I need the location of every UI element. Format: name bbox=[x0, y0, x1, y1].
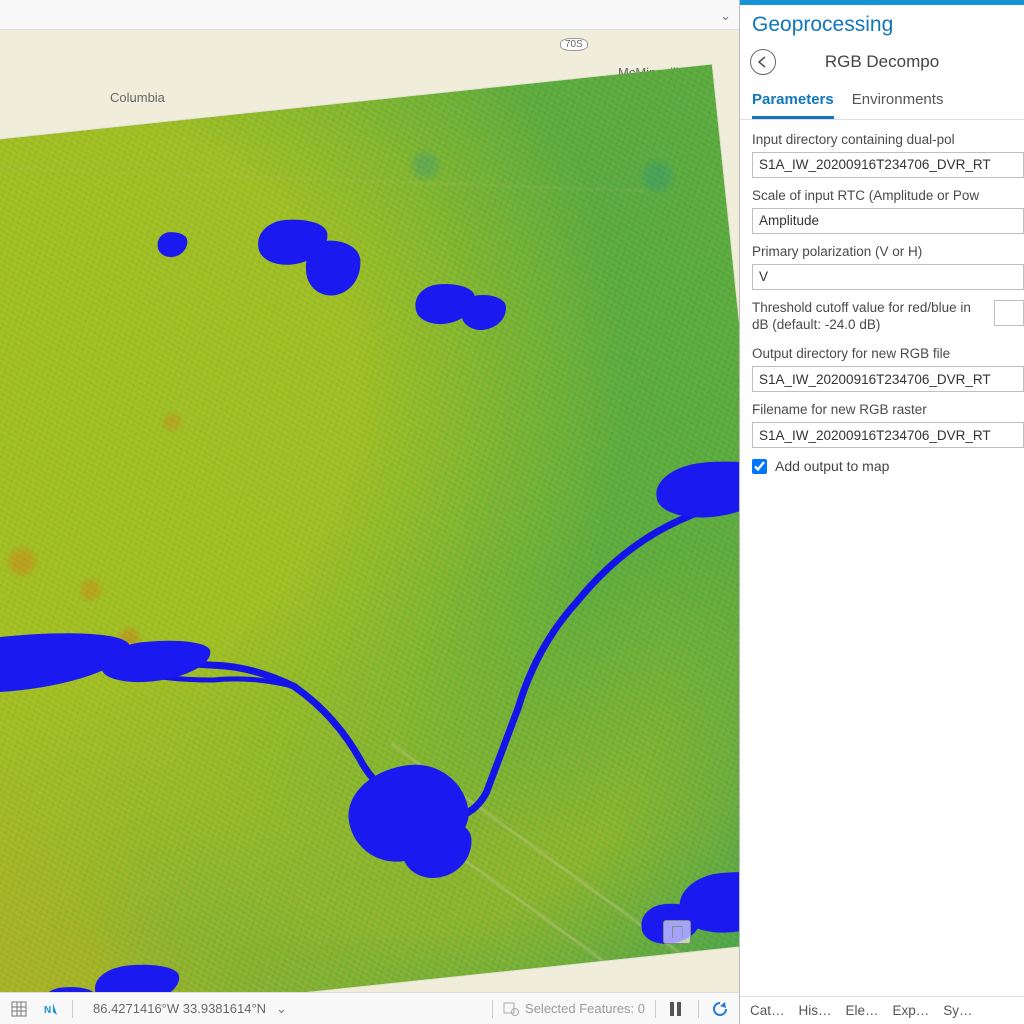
city-label-columbia: Columbia bbox=[110, 90, 165, 105]
chevron-down-icon[interactable]: ⌄ bbox=[276, 1001, 287, 1017]
param-label-filename: Filename for new RGB raster bbox=[752, 402, 1024, 419]
tab-parameters[interactable]: Parameters bbox=[752, 85, 834, 119]
table-icon[interactable] bbox=[8, 998, 30, 1020]
svg-text:N: N bbox=[44, 1005, 51, 1016]
tab-symbology[interactable]: Sy… bbox=[943, 1003, 972, 1018]
param-label-polarization: Primary polarization (V or H) bbox=[752, 244, 1024, 261]
bookmark-icon[interactable] bbox=[663, 920, 691, 944]
tab-history[interactable]: His… bbox=[799, 1003, 832, 1018]
tab-catalog[interactable]: Cat… bbox=[750, 1003, 785, 1018]
map-statusbar: N 86.4271416°W 33.9381614°N ⌄ Selected F… bbox=[0, 992, 739, 1024]
tab-export[interactable]: Exp… bbox=[893, 1003, 930, 1018]
param-label-output-dir: Output directory for new RGB file bbox=[752, 346, 1024, 363]
selected-features-readout: Selected Features: 0 bbox=[503, 1001, 645, 1016]
sar-rgb-overlay bbox=[0, 65, 739, 992]
param-input-input-dir[interactable] bbox=[752, 152, 1024, 178]
coordinates-readout: 86.4271416°W 33.9381614°N bbox=[93, 1001, 266, 1016]
geoprocessing-panel: Geoprocessing RGB Decompo Parameters Env… bbox=[740, 0, 1024, 1024]
north-arrow-icon[interactable]: N bbox=[40, 998, 62, 1020]
param-input-output-dir[interactable] bbox=[752, 366, 1024, 392]
map-panel: ⌄ Columbia McMinnville Gadsden 70S bbox=[0, 0, 740, 1024]
param-label-scale: Scale of input RTC (Amplitude or Pow bbox=[752, 188, 1024, 205]
bottom-dock-tabs: Cat… His… Ele… Exp… Sy… bbox=[740, 996, 1024, 1024]
tool-title: RGB Decompo bbox=[740, 52, 1024, 72]
param-label-threshold: Threshold cutoff value for red/blue in d… bbox=[752, 300, 984, 334]
param-input-polarization[interactable] bbox=[752, 264, 1024, 290]
tab-environments[interactable]: Environments bbox=[852, 85, 944, 119]
parameters-form: Input directory containing dual-pol Scal… bbox=[740, 120, 1024, 996]
pause-icon[interactable] bbox=[666, 998, 688, 1020]
param-input-scale[interactable] bbox=[752, 208, 1024, 234]
param-input-filename[interactable] bbox=[752, 422, 1024, 448]
param-add-to-map[interactable]: Add output to map bbox=[752, 458, 1024, 474]
map-top-bar: ⌄ bbox=[0, 0, 739, 30]
param-input-threshold[interactable] bbox=[994, 300, 1024, 326]
tab-elements[interactable]: Ele… bbox=[846, 1003, 879, 1018]
chevron-down-icon[interactable]: ⌄ bbox=[720, 8, 731, 24]
panel-title: Geoprocessing bbox=[740, 5, 1024, 43]
route-badge: 70S bbox=[560, 38, 588, 51]
back-button[interactable] bbox=[750, 49, 776, 75]
param-label-input-dir: Input directory containing dual-pol bbox=[752, 132, 1024, 149]
refresh-icon[interactable] bbox=[709, 998, 731, 1020]
map-view[interactable]: Columbia McMinnville Gadsden 70S bbox=[0, 30, 739, 992]
param-label-add-to-map: Add output to map bbox=[775, 458, 889, 474]
panel-tabs: Parameters Environments bbox=[740, 85, 1024, 120]
checkbox-add-to-map[interactable] bbox=[752, 459, 767, 474]
